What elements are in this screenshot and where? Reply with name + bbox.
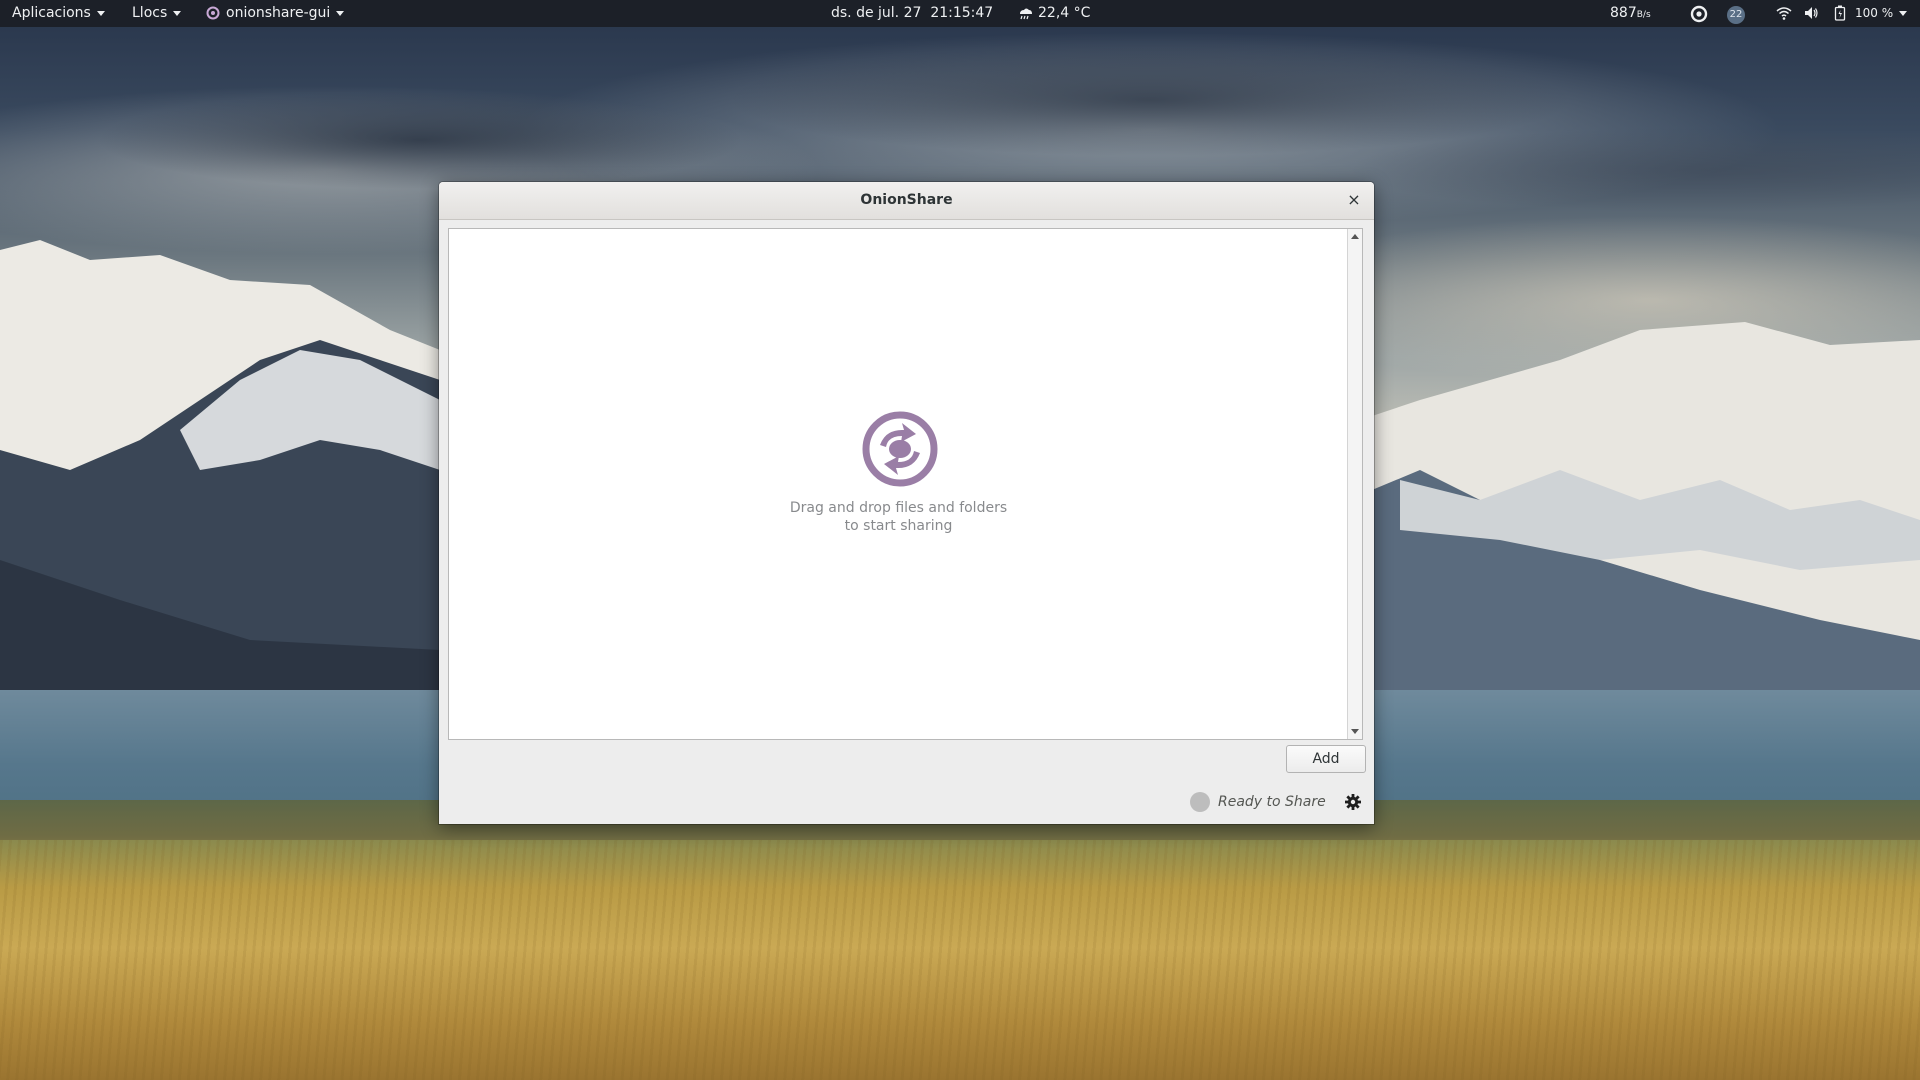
app-menu[interactable]: onionshare-gui [206, 0, 345, 27]
settings-gear-icon[interactable] [1344, 793, 1362, 811]
weather-indicator[interactable]: 22,4 °C [1017, 0, 1090, 27]
vertical-scrollbar[interactable] [1347, 229, 1362, 739]
wifi-icon[interactable] [1776, 5, 1792, 21]
weather-temperature: 22,4 °C [1038, 5, 1091, 21]
network-speed[interactable]: 887B/s [1610, 0, 1651, 27]
chevron-down-icon [173, 10, 182, 16]
onionshare-window: OnionShare × Drag and drop files and fol… [439, 182, 1374, 824]
weather-icon [1020, 8, 1032, 20]
window-titlebar[interactable]: OnionShare × [439, 182, 1374, 220]
clock[interactable]: ds. de jul. 27 21:15:47 [831, 0, 993, 27]
battery-percentage: 100 % [1855, 6, 1894, 20]
clock-time: 21:15:47 [930, 5, 994, 21]
drop-instructions: Drag and drop files and folders to start… [449, 499, 1348, 535]
status-indicator-icon [1190, 792, 1210, 812]
chevron-down-icon [1899, 11, 1908, 16]
places-menu[interactable]: Llocs [132, 0, 182, 27]
volume-icon[interactable] [1803, 5, 1819, 21]
chevron-down-icon [96, 10, 105, 16]
app-menu-label: onionshare-gui [226, 5, 331, 21]
wallpaper-grass [0, 840, 1920, 1080]
applications-menu-label: Aplicacions [12, 5, 91, 21]
clock-date: ds. de jul. 27 [831, 5, 922, 21]
sync-icon[interactable] [1690, 5, 1708, 23]
onionshare-logo-icon [862, 411, 938, 487]
notification-badge: 22 [1727, 6, 1745, 24]
window-title: OnionShare [860, 192, 953, 208]
drop-instructions-line2: to start sharing [844, 518, 953, 534]
network-speed-unit: B/s [1636, 10, 1651, 20]
status-text: Ready to Share [1218, 794, 1326, 810]
places-menu-label: Llocs [132, 5, 168, 21]
applications-menu[interactable]: Aplicacions [12, 0, 105, 27]
network-speed-value: 887 [1610, 5, 1637, 21]
battery-icon[interactable] [1834, 5, 1846, 21]
chevron-down-icon [336, 10, 345, 16]
close-button[interactable]: × [1344, 190, 1364, 210]
power-menu[interactable]: 100 % [1855, 0, 1908, 27]
scroll-up-arrow-icon[interactable] [1351, 234, 1359, 239]
add-button[interactable]: Add [1286, 745, 1366, 773]
top-panel: Aplicacions Llocs onionshare-gui ds. de … [0, 0, 1920, 27]
file-drop-zone[interactable]: Drag and drop files and folders to start… [448, 228, 1363, 740]
onionshare-app-icon [206, 6, 220, 20]
drop-instructions-line1: Drag and drop files and folders [789, 500, 1008, 516]
notification-indicator[interactable]: 22 [1727, 4, 1745, 24]
scroll-down-arrow-icon[interactable] [1351, 729, 1359, 734]
